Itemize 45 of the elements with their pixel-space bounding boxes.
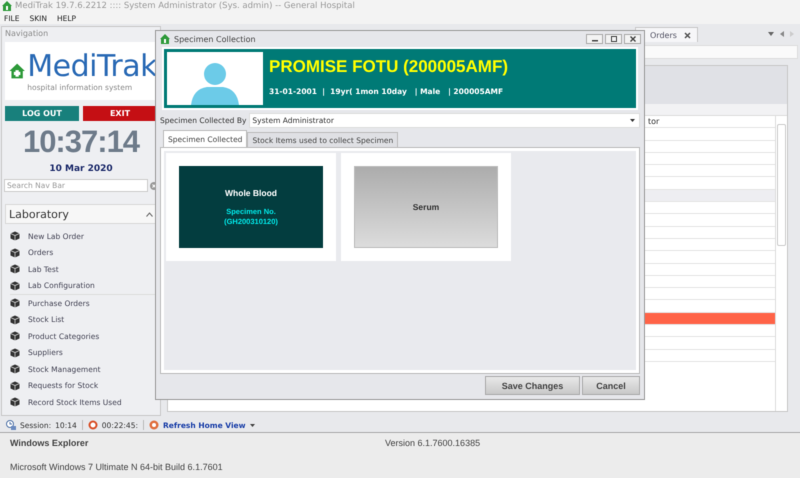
table-cell: tor (648, 117, 660, 126)
left-arrow-icon[interactable] (780, 31, 784, 37)
box-icon (10, 348, 20, 358)
group-title: Laboratory (9, 208, 69, 220)
dialog-button[interactable]: Save Changes (485, 376, 580, 395)
clock-user-icon (6, 420, 16, 430)
minimize-button[interactable] (586, 34, 603, 44)
box-icon (10, 314, 20, 325)
box-icon (10, 231, 20, 242)
product-name: Windows Explorer (10, 438, 90, 448)
box-icon (10, 397, 20, 408)
group-header[interactable]: Laboratory (5, 204, 157, 224)
box-icon (10, 380, 20, 391)
os-text: Microsoft Windows 7 Ultimate N 64-bit Build 6.1.7601 (10, 462, 224, 472)
dialog-title: Specimen Collection (174, 34, 256, 44)
collapse-chevron-icon[interactable] (146, 212, 153, 216)
dropdown-caret-icon[interactable] (768, 32, 774, 36)
dropdown-caret-icon (630, 119, 635, 122)
panel-title: Navigation (4, 28, 50, 40)
close-button[interactable] (624, 34, 641, 44)
exit-button[interactable]: EXIT (83, 106, 157, 121)
timer-icon (88, 420, 98, 430)
logo-name: MediTrak (27, 50, 157, 82)
specimen-tile[interactable]: Serum (354, 166, 498, 248)
box-icon (10, 331, 20, 342)
version-text: Version 6.1.7600.16385 (385, 438, 480, 448)
box-icon (10, 364, 20, 374)
refresh-icon (149, 420, 159, 430)
scrollbar[interactable] (775, 116, 787, 411)
patient-name: PROMISE FOTU (200005AMF) (269, 57, 508, 77)
dropdown-caret-icon[interactable] (250, 424, 255, 426)
box-icon (10, 298, 20, 308)
box-icon (10, 264, 20, 274)
maximize-icon (610, 36, 616, 42)
box-icon (10, 280, 20, 291)
window-title: MediTrak 19.7.6.2212 :::: System Administrator (Sys. admin) -- General Hospital (15, 1, 355, 11)
close-icon[interactable] (684, 32, 691, 38)
house-icon (160, 34, 170, 44)
clock: 10:37:14 (22, 125, 141, 159)
dialog-button[interactable]: Cancel (582, 376, 640, 395)
date: 10 Mar 2020 (48, 164, 114, 174)
close-icon (630, 36, 636, 42)
maximize-button[interactable] (605, 34, 622, 44)
logout-button[interactable]: LOG OUT (5, 106, 79, 121)
box-icon (10, 248, 20, 258)
